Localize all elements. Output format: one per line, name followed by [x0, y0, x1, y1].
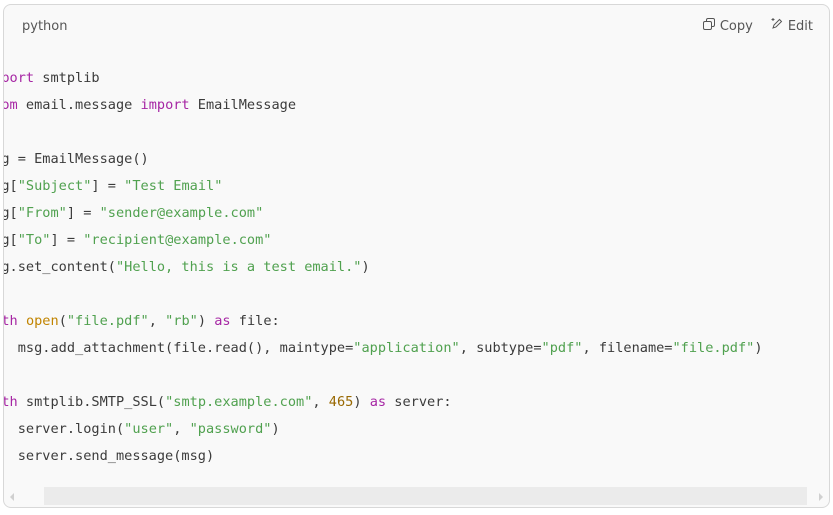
code-line: msg["From"] = "sender@example.com" [4, 200, 763, 227]
code-token: "Test Email" [124, 178, 223, 194]
code-content: import smtplibfrom email.message import … [3, 65, 763, 470]
code-token: ) [361, 259, 370, 275]
code-token: "file.pdf" [672, 340, 755, 356]
edit-button[interactable]: Edit [771, 18, 813, 34]
code-token: msg[ [4, 232, 18, 248]
code-token: ( [58, 313, 67, 329]
code-token: "password" [189, 421, 272, 437]
code-token: email.message [17, 97, 141, 113]
code-token: smtplib.SMTP_SSL( [17, 394, 166, 410]
code-token: ) [271, 421, 280, 437]
edit-icon [771, 18, 783, 34]
code-line: msg.set_content("Hello, this is a test e… [4, 254, 763, 281]
code-token: "application" [353, 340, 460, 356]
code-line: with open("file.pdf", "rb") as file: [4, 308, 763, 335]
code-token: "smtp.example.com" [165, 394, 313, 410]
code-token: EmailMessage [189, 97, 297, 113]
code-token: msg.set_content( [4, 259, 116, 275]
code-token: "sender@example.com" [99, 205, 264, 221]
code-token: "To" [17, 232, 51, 248]
code-line: server.send_message(msg) [3, 443, 763, 470]
scrollbar-thumb[interactable] [44, 487, 807, 505]
code-token: open [25, 313, 59, 329]
language-label: python [22, 19, 68, 34]
code-line: msg = EmailMessage() [4, 146, 763, 173]
code-token: server: [386, 394, 452, 410]
code-token: , [173, 421, 190, 437]
edit-label: Edit [787, 18, 813, 34]
code-token: ] = [50, 232, 84, 248]
code-token: ) [353, 394, 370, 410]
code-token: import [140, 97, 190, 113]
code-block: python Copy Edit import smtplibfrom emai… [3, 4, 830, 508]
code-token: server.login( [17, 421, 125, 437]
code-token: "Hello, this is a test email." [115, 259, 362, 275]
code-token: ) [197, 313, 215, 329]
code-token: , subtype= [459, 340, 542, 356]
code-line: server.login("user", "password") [4, 416, 763, 443]
code-token: as [214, 313, 231, 329]
code-token: "recipient@example.com" [83, 232, 272, 248]
scroll-left-arrow-icon[interactable] [10, 493, 14, 501]
code-token: , [312, 394, 329, 410]
code-token: "file.pdf" [66, 313, 149, 329]
code-token: , [148, 313, 166, 329]
code-token: with [4, 313, 18, 329]
code-token: "From" [17, 205, 67, 221]
code-token: import [4, 70, 35, 86]
code-token: ) [754, 340, 763, 356]
code-line: msg["To"] = "recipient@example.com" [4, 227, 763, 254]
code-token: msg.add_attachment(file.read(), maintype… [3, 340, 354, 356]
code-line: import smtplib [4, 65, 763, 92]
code-line: msg["Subject"] = "Test Email" [4, 173, 763, 200]
code-token: 465 [328, 394, 354, 410]
horizontal-scrollbar[interactable] [4, 485, 829, 507]
code-line: from email.message import EmailMessage [4, 92, 763, 119]
code-token: ] = [91, 178, 125, 194]
code-token: ] = [66, 205, 100, 221]
code-line: msg.add_attachment(file.read(), maintype… [3, 335, 763, 362]
code-token: file: [230, 313, 280, 329]
code-token: msg[ [4, 205, 18, 221]
code-token: msg[ [4, 178, 18, 194]
copy-icon [702, 18, 715, 34]
scroll-right-arrow-icon[interactable] [819, 493, 823, 501]
code-line: with smtplib.SMTP_SSL("smtp.example.com"… [4, 389, 763, 416]
code-token: , filename= [582, 340, 673, 356]
code-token: "Subject" [17, 178, 92, 194]
code-token: from [4, 97, 18, 113]
code-token: "rb" [165, 313, 198, 329]
code-token: with [4, 394, 18, 410]
code-token: "pdf" [541, 340, 583, 356]
code-token: msg = EmailMessage() [4, 151, 149, 167]
code-token: "user" [124, 421, 174, 437]
code-token: server.send_message(msg) [3, 448, 215, 464]
copy-label: Copy [719, 18, 753, 34]
copy-button[interactable]: Copy [702, 18, 753, 34]
code-token: as [369, 394, 387, 410]
code-toolbar: Copy Edit [702, 18, 813, 34]
code-token: smtplib [34, 70, 100, 86]
